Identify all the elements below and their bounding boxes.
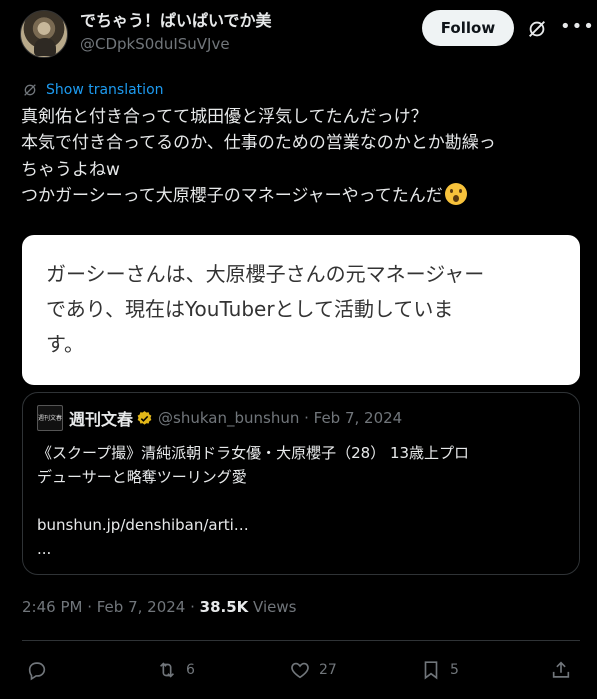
quoted-line: デューサーと略奪ツーリング愛 bbox=[37, 468, 247, 486]
display-name[interactable]: でちゃう！ぱいぱいでか美 bbox=[80, 10, 272, 32]
avatar[interactable] bbox=[20, 10, 68, 58]
tweet-meta: 2:46 PM · Feb 7, 2024 · 38.5K Views bbox=[22, 598, 296, 616]
handle[interactable]: @CDpkS0duISuVJve bbox=[80, 33, 272, 55]
views-label: Views bbox=[248, 598, 297, 616]
quoted-tweet-header: 週刊文春 週刊文春 @shukan_bunshun · Feb 7, 2024 bbox=[37, 405, 403, 431]
share-icon bbox=[552, 661, 570, 678]
verified-badge-icon bbox=[137, 410, 152, 425]
astonished-face-icon bbox=[444, 183, 467, 206]
quoted-blank-line bbox=[37, 489, 567, 513]
tweet-line-last: つかガーシーって大原櫻子のマネージャーやってたんだ bbox=[21, 183, 581, 209]
bookmark-count: 5 bbox=[450, 662, 459, 678]
grok-translate-icon bbox=[24, 84, 36, 96]
reply-button[interactable] bbox=[26, 655, 56, 685]
grok-icon[interactable] bbox=[526, 18, 548, 40]
repost-icon bbox=[159, 662, 175, 678]
quoted-handle-date: @shukan_bunshun · Feb 7, 2024 bbox=[158, 409, 403, 427]
note-card: ガーシーさんは、大原櫻子さんの元マネージャー であり、現在はYouTuberとし… bbox=[22, 235, 580, 385]
quoted-tweet[interactable]: 週刊文春 週刊文春 @shukan_bunshun · Feb 7, 2024 … bbox=[22, 392, 580, 575]
note-line: す。 bbox=[46, 332, 84, 356]
note-line: ガーシーさんは、大原櫻子さんの元マネージャー bbox=[46, 262, 485, 286]
note-line: であり、現在はYouTuberとして活動していま bbox=[46, 297, 454, 321]
quoted-ellipsis: ... bbox=[37, 540, 52, 558]
heart-icon bbox=[291, 662, 309, 679]
action-bar: 6 27 5 bbox=[22, 655, 582, 685]
quoted-link[interactable]: bunshun.jp/denshiban/arti… bbox=[37, 513, 567, 537]
tweet-line: 真剣佑と付き合ってて城田優と浮気してたんだっけ？ bbox=[21, 107, 428, 127]
bookmark-icon bbox=[424, 661, 438, 680]
follow-button[interactable]: Follow bbox=[422, 10, 514, 46]
quoted-avatar: 週刊文春 bbox=[37, 405, 63, 431]
repost-button[interactable]: 6 bbox=[156, 655, 195, 685]
author-names: でちゃう！ぱいぱいでか美 @CDpkS0duISuVJve bbox=[80, 10, 272, 55]
tweet-line: つかガーシーって大原櫻子のマネージャーやってたんだ bbox=[21, 186, 443, 207]
show-translation-label: Show translation bbox=[46, 82, 164, 98]
more-options-icon[interactable]: ••• bbox=[560, 18, 594, 40]
show-translation-link[interactable]: Show translation bbox=[22, 80, 164, 100]
tweet-line: ちゃうよねw bbox=[21, 159, 120, 180]
quoted-line: 《スクープ撮》清純派朝ドラ女優・大原櫻子（28） 13歳上プロ bbox=[37, 444, 470, 462]
views-count: 38.5K bbox=[199, 598, 249, 616]
tweet-line: 本気で付き合ってるのか、仕事のための営業なのかとか勘繰っ bbox=[21, 133, 496, 154]
timestamp[interactable]: 2:46 PM · Feb 7, 2024 · bbox=[22, 598, 200, 616]
quoted-display-name: 週刊文春 bbox=[69, 410, 134, 429]
tweet-text: 真剣佑と付き合ってて城田優と浮気してたんだっけ？ 本気で付き合ってるのか、仕事の… bbox=[21, 104, 581, 210]
like-button[interactable]: 27 bbox=[289, 655, 337, 685]
quoted-text: 《スクープ撮》清純派朝ドラ女優・大原櫻子（28） 13歳上プロ デューサーと略奪… bbox=[37, 441, 567, 561]
like-count: 27 bbox=[319, 662, 337, 678]
divider bbox=[22, 640, 580, 641]
repost-count: 6 bbox=[186, 662, 195, 678]
tweet-header: でちゃう！ぱいぱいでか美 @CDpkS0duISuVJve Follow ••• bbox=[20, 10, 594, 58]
bookmark-button[interactable]: 5 bbox=[420, 655, 459, 685]
share-button[interactable] bbox=[550, 655, 572, 685]
reply-icon bbox=[28, 662, 46, 681]
